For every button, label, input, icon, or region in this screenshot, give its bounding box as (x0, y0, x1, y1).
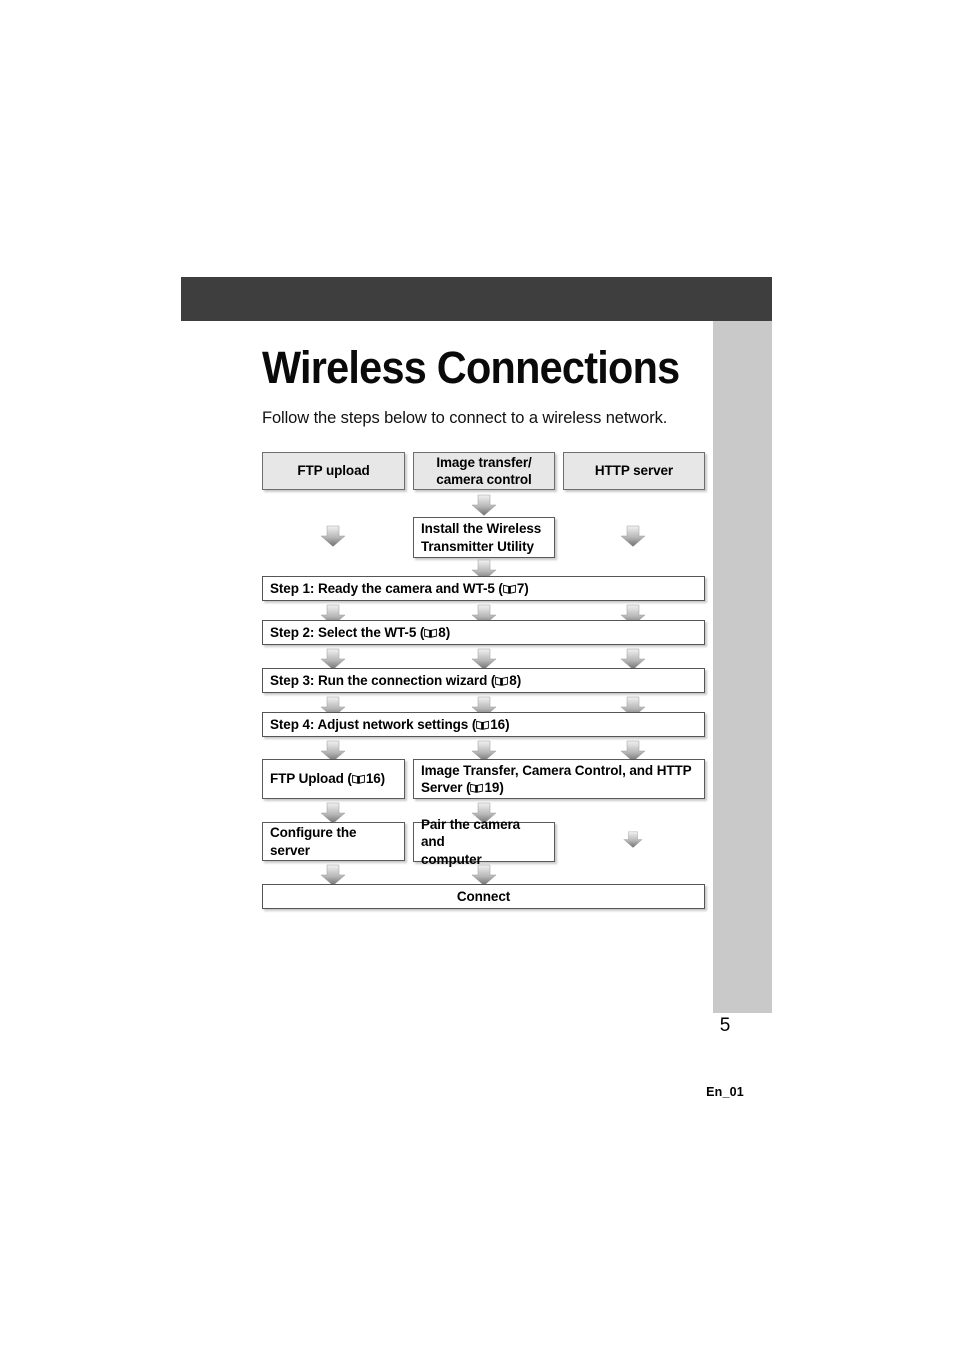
wireless-connection-flowchart: FTP upload Image transfer/ camera contro… (0, 0, 954, 1350)
arrow-down-icon (471, 864, 497, 886)
arrow-down-icon (623, 831, 643, 848)
flow-box-label-line1: Image transfer/ (436, 454, 532, 470)
flow-box-ftp-upload: FTP upload (262, 452, 405, 490)
flow-box-ftp-upload-ref: FTP Upload ( 16) (262, 759, 405, 799)
arrow-down-icon (320, 802, 346, 824)
arrow-down-icon (620, 648, 646, 670)
flow-box-label: FTP Upload ( (270, 771, 352, 787)
flow-box-label: Step 4: Adjust network settings ( (270, 716, 477, 732)
flow-box-step-3: Step 3: Run the connection wizard ( 8) (262, 668, 705, 693)
flow-box-pair-camera: Pair the camera and computer (413, 817, 555, 867)
arrow-down-icon (320, 525, 346, 547)
flow-box-step-2: Step 2: Select the WT-5 ( 8) (262, 620, 705, 645)
arrow-down-icon (320, 864, 346, 886)
flow-box-label-line2: Transmitter Utility (421, 538, 534, 554)
flow-box-page-ref: 16 (365, 771, 381, 787)
flow-box-label-line1: Install the Wireless (421, 521, 542, 537)
open-book-icon (476, 720, 490, 730)
flow-box-configure-server: Configure the server (262, 822, 405, 861)
open-book-icon (351, 774, 365, 785)
flow-box-label: Step 1: Ready the camera and WT-5 ( (270, 580, 503, 596)
flow-box-label: Configure the server (270, 825, 357, 858)
arrow-down-icon (471, 648, 497, 670)
open-book-icon (502, 584, 516, 594)
flow-box-label: Step 3: Run the connection wizard ( (270, 672, 496, 688)
flow-box-suffix: ) (505, 716, 510, 732)
flow-box-page-ref: 8 (509, 672, 517, 688)
flow-box-page-ref: 19 (484, 780, 500, 795)
flow-box-step-1: Step 1: Ready the camera and WT-5 (7) (262, 576, 705, 601)
open-book-icon (470, 783, 484, 793)
flow-box-label: FTP upload (297, 463, 370, 479)
flow-box-suffix: ) (524, 580, 529, 596)
flow-box-label-line2: Server ( (421, 780, 471, 795)
flow-box-label: HTTP server (594, 463, 674, 479)
page-number: 5 (719, 1015, 731, 1036)
flow-box-image-transfer: Image transfer/ camera control (413, 452, 555, 490)
flow-box-step-4: Step 4: Adjust network settings ( 16) (262, 712, 705, 737)
flow-box-page-ref: 8 (438, 624, 446, 640)
flow-box-label: Step 2: Select the WT-5 ( (270, 624, 425, 640)
flow-box-suffix: ) (380, 771, 386, 787)
open-book-icon (495, 676, 509, 686)
arrow-down-icon (471, 494, 497, 516)
flow-box-suffix: ) (445, 624, 451, 640)
flow-box-http-server: HTTP server (563, 452, 705, 490)
open-book-icon (424, 628, 438, 638)
flow-box-page-ref: 16 (490, 716, 506, 732)
flow-box-label: Connect (456, 888, 511, 904)
document-page: Wireless Connections Follow the steps be… (0, 0, 954, 1350)
footer-code: En_01 (706, 1085, 744, 1099)
arrow-down-icon (320, 648, 346, 670)
flow-box-connect: Connect (262, 884, 705, 909)
flow-box-install-utility: Install the Wireless Transmitter Utility (413, 517, 555, 558)
flow-box-image-transfer-ref: Image Transfer, Camera Control, and HTTP… (413, 759, 705, 799)
flow-box-label-line2: camera control (436, 472, 532, 487)
flow-box-label-line1: Image Transfer, Camera Control, and HTTP (421, 762, 692, 778)
flow-box-label-line1: Pair the camera and (421, 817, 521, 850)
flow-box-suffix: ) (499, 780, 504, 795)
flow-box-suffix: ) (516, 672, 522, 688)
arrow-down-icon (620, 525, 646, 547)
